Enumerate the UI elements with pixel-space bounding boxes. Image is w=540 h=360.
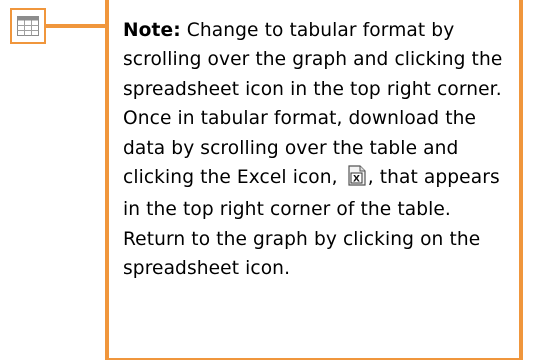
note-text: Change to tabular format by scrolling ov…	[123, 20, 503, 189]
return-instruction: Return to the graph by clicking on the s…	[123, 228, 481, 280]
spreadsheet-icon[interactable]	[10, 8, 46, 44]
excel-icon: X	[348, 165, 366, 195]
excel-icon-letter: X	[353, 175, 360, 185]
note-label: Note:	[123, 20, 181, 41]
callout-connector	[46, 24, 105, 28]
spreadsheet-icon-glyph	[17, 16, 39, 36]
note-paragraph: Note: Change to tabular format by scroll…	[123, 16, 505, 225]
note-callout: Note: Change to tabular format by scroll…	[105, 0, 523, 360]
